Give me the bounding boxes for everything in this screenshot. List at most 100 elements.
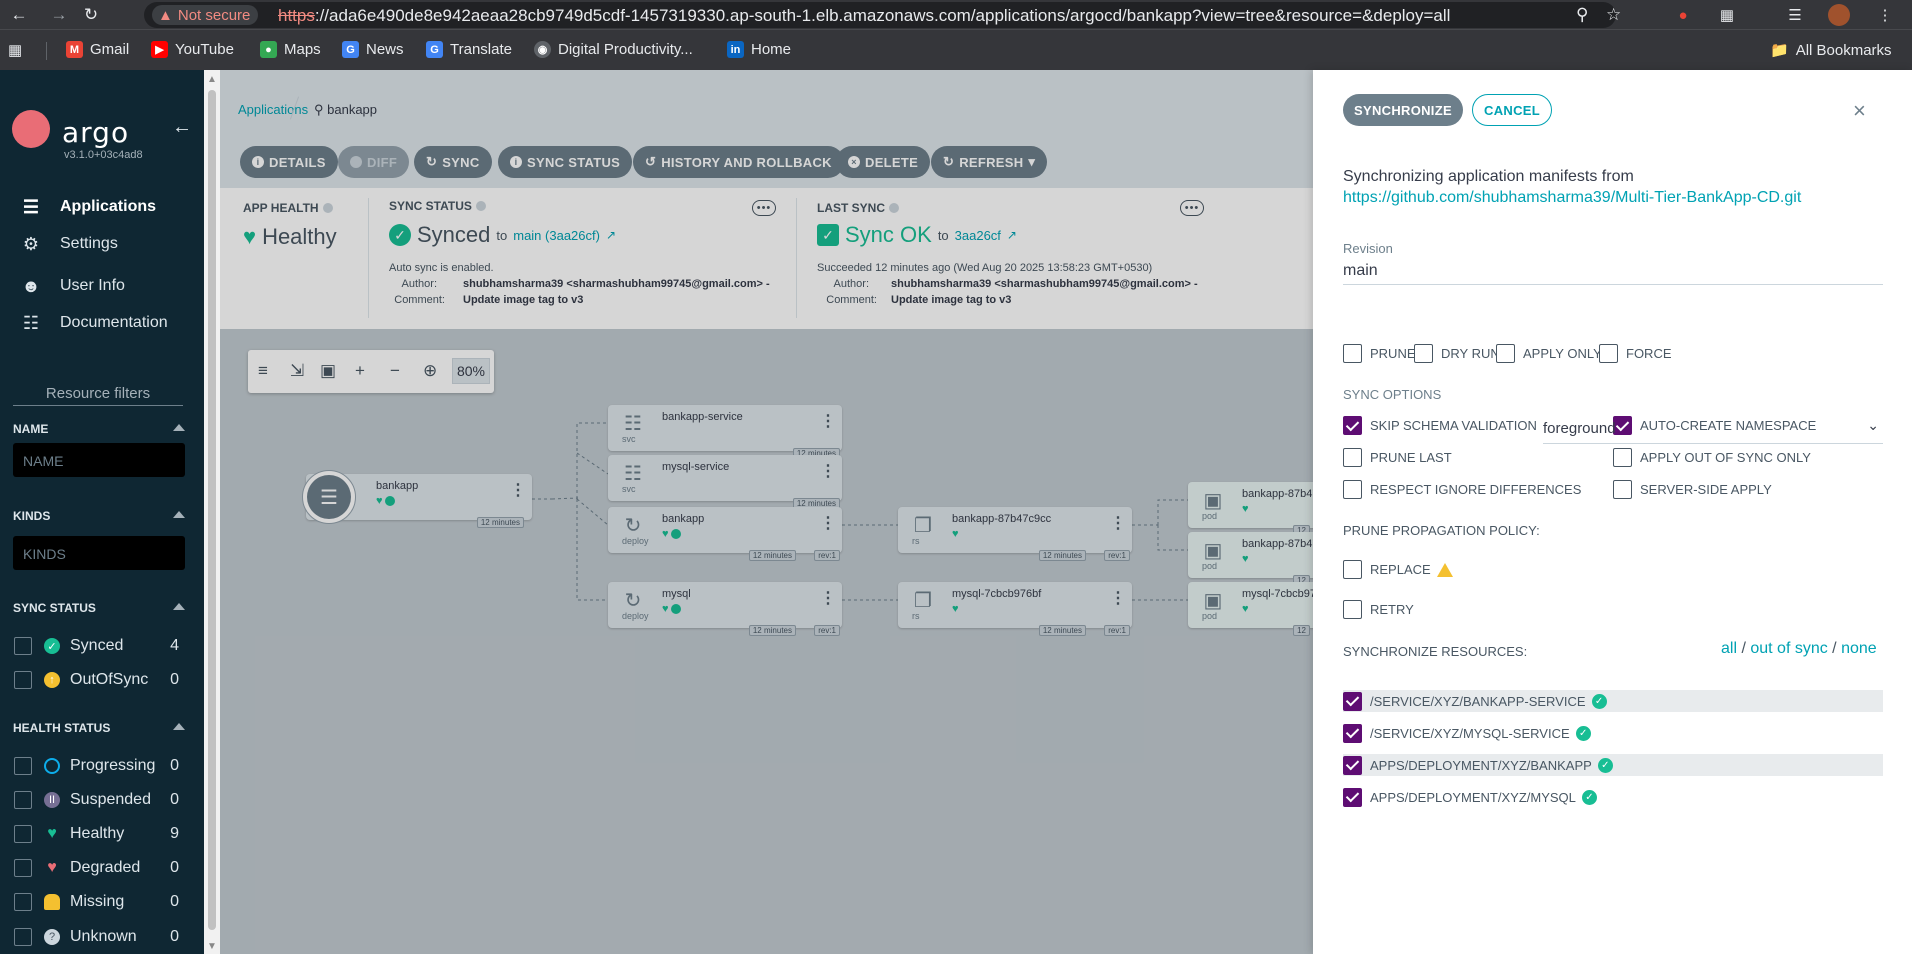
resource-row[interactable]: /SERVICE/XYZ/BANKAPP-SERVICE ✓ bbox=[1343, 690, 1883, 712]
checkbox[interactable] bbox=[1343, 344, 1362, 363]
checkbox[interactable] bbox=[1343, 560, 1362, 579]
retry-checkbox[interactable]: RETRY bbox=[1343, 600, 1414, 619]
server-side-apply-checkbox[interactable]: SERVER-SIDE APPLY bbox=[1613, 480, 1772, 499]
filter-synced[interactable]: ✓ Synced 4 bbox=[14, 636, 186, 656]
extensions-icon[interactable]: ▦ bbox=[1716, 4, 1738, 26]
checkbox[interactable] bbox=[1343, 600, 1362, 619]
checkbox[interactable] bbox=[1343, 755, 1362, 775]
scroll-down-icon[interactable]: ▼ bbox=[207, 941, 217, 952]
pause-circle-icon: II bbox=[44, 792, 60, 808]
checkbox[interactable] bbox=[1343, 691, 1362, 711]
nav-documentation[interactable]: ☷ Documentation bbox=[20, 312, 168, 334]
checkbox[interactable] bbox=[14, 825, 32, 843]
apps-grid-icon[interactable]: ▦ bbox=[8, 41, 22, 59]
check-circle-icon: ✓ bbox=[1591, 693, 1607, 709]
forward-icon[interactable]: → bbox=[48, 4, 70, 26]
checkbox[interactable] bbox=[1343, 723, 1362, 743]
check-circle-icon: ✓ bbox=[1581, 789, 1597, 805]
cancel-button[interactable]: CANCEL bbox=[1472, 94, 1552, 126]
bookmark-youtube[interactable]: ▶ YouTube bbox=[151, 41, 234, 58]
name-filter-input[interactable]: NAME bbox=[13, 443, 185, 477]
apply-out-of-sync-only-checkbox[interactable]: APPLY OUT OF SYNC ONLY bbox=[1613, 448, 1811, 467]
filter-unknown[interactable]: ? Unknown 0 bbox=[14, 927, 186, 947]
checkbox[interactable] bbox=[1343, 416, 1362, 435]
checkbox[interactable] bbox=[14, 671, 32, 689]
sync-status-header[interactable]: SYNC STATUS bbox=[13, 601, 185, 615]
divider bbox=[46, 42, 47, 60]
extension-adblock-icon[interactable]: ● bbox=[1672, 4, 1694, 26]
apply-only-checkbox[interactable]: APPLY ONLY bbox=[1496, 344, 1602, 363]
respect-ignore-differences-checkbox[interactable]: RESPECT IGNORE DIFFERENCES bbox=[1343, 480, 1581, 499]
youtube-icon: ▶ bbox=[151, 41, 168, 58]
security-badge[interactable]: ▲ Not secure bbox=[152, 5, 259, 25]
reload-icon[interactable]: ↻ bbox=[80, 4, 102, 26]
checkbox[interactable] bbox=[14, 637, 32, 655]
profile-avatar[interactable] bbox=[1828, 4, 1850, 26]
checkbox[interactable] bbox=[1613, 448, 1632, 467]
checkbox[interactable] bbox=[1343, 480, 1362, 499]
bookmark-home[interactable]: in Home bbox=[727, 41, 791, 58]
filter-missing[interactable]: Missing 0 bbox=[14, 892, 186, 912]
filter-degraded[interactable]: ♥ Degraded 0 bbox=[14, 858, 186, 878]
checkbox[interactable] bbox=[1414, 344, 1433, 363]
bookmark-translate[interactable]: G Translate bbox=[426, 41, 512, 58]
nav-settings[interactable]: ⚙ Settings bbox=[20, 233, 118, 255]
kinds-filter-input[interactable]: KINDS bbox=[13, 536, 185, 570]
bookmark-maps[interactable]: ● Maps bbox=[260, 41, 321, 58]
nav-applications[interactable]: ☰ Applications bbox=[20, 196, 156, 218]
select-none-link[interactable]: none bbox=[1841, 640, 1877, 657]
close-icon[interactable]: × bbox=[1853, 98, 1866, 124]
checkbox[interactable] bbox=[1613, 480, 1632, 499]
argo-logo[interactable] bbox=[12, 110, 50, 148]
maps-icon: ● bbox=[260, 41, 277, 58]
name-filter-header[interactable]: NAME bbox=[13, 422, 185, 436]
health-status-header[interactable]: HEALTH STATUS bbox=[13, 721, 185, 735]
filter-progressing[interactable]: Progressing 0 bbox=[14, 756, 186, 776]
dry-run-checkbox[interactable]: DRY RUN bbox=[1414, 344, 1500, 363]
replace-checkbox[interactable]: REPLACE bbox=[1343, 560, 1453, 579]
synchronize-button[interactable]: SYNCHRONIZE bbox=[1343, 94, 1463, 126]
scroll-up-icon[interactable]: ▲ bbox=[207, 74, 217, 85]
force-checkbox[interactable]: FORCE bbox=[1599, 344, 1672, 363]
filter-suspended[interactable]: II Suspended 0 bbox=[14, 790, 186, 810]
checkbox[interactable] bbox=[1343, 787, 1362, 807]
checkbox[interactable] bbox=[1599, 344, 1618, 363]
menu-icon[interactable]: ⋮ bbox=[1874, 4, 1896, 26]
checkbox[interactable] bbox=[14, 859, 32, 877]
kinds-filter-header[interactable]: KINDS bbox=[13, 509, 185, 523]
collapse-sidebar-icon[interactable]: ← bbox=[172, 116, 192, 139]
resource-row[interactable]: APPS/DEPLOYMENT/XYZ/MYSQL ✓ bbox=[1343, 786, 1883, 808]
skip-schema-validation-checkbox[interactable]: SKIP SCHEMA VALIDATION bbox=[1343, 416, 1537, 435]
checkbox[interactable] bbox=[14, 893, 32, 911]
checkbox[interactable] bbox=[1343, 448, 1362, 467]
scroll-thumb[interactable] bbox=[208, 90, 216, 930]
checkbox[interactable] bbox=[14, 791, 32, 809]
repo-link[interactable]: https://github.com/shubhamsharma39/Multi… bbox=[1343, 189, 1801, 207]
url-text[interactable]: https://ada6e490de8e942aeaa28cb9749d5cdf… bbox=[278, 6, 1450, 26]
address-bar[interactable]: ▲ Not secure https://ada6e490de8e942aeaa2… bbox=[144, 2, 1621, 28]
modal-backdrop[interactable] bbox=[220, 70, 1313, 954]
select-all-link[interactable]: all bbox=[1721, 640, 1737, 657]
filter-outofsync[interactable]: ↑ OutOfSync 0 bbox=[14, 670, 186, 690]
checkbox[interactable] bbox=[14, 757, 32, 775]
prune-checkbox[interactable]: PRUNE bbox=[1343, 344, 1416, 363]
sidebar-scrollbar[interactable]: ▲ ▼ bbox=[204, 70, 220, 954]
prune-policy-select[interactable]: foreground ⌄ bbox=[1543, 414, 1883, 444]
bookmark-digital-productivity[interactable]: ◉ Digital Productivity... bbox=[534, 41, 693, 58]
checkbox[interactable] bbox=[1496, 344, 1515, 363]
resource-row[interactable]: /SERVICE/XYZ/MYSQL-SERVICE ✓ bbox=[1343, 722, 1883, 744]
all-bookmarks[interactable]: 📁 All Bookmarks bbox=[1770, 41, 1892, 60]
resource-row[interactable]: APPS/DEPLOYMENT/XYZ/BANKAPP ✓ bbox=[1343, 754, 1883, 776]
zoom-icon[interactable]: ⚲ bbox=[1576, 5, 1588, 25]
media-icon[interactable]: ☰ bbox=[1784, 4, 1806, 26]
nav-user-info[interactable]: ☻ User Info bbox=[20, 275, 125, 297]
bookmark-news[interactable]: G News bbox=[342, 41, 404, 58]
filter-healthy[interactable]: ♥ Healthy 9 bbox=[14, 824, 186, 844]
revision-input[interactable]: main bbox=[1343, 259, 1883, 285]
prune-last-checkbox[interactable]: PRUNE LAST bbox=[1343, 448, 1452, 467]
back-icon[interactable]: ← bbox=[8, 4, 30, 26]
bookmark-gmail[interactable]: M Gmail bbox=[66, 41, 129, 58]
bookmark-star-icon[interactable]: ☆ bbox=[1606, 5, 1621, 25]
checkbox[interactable] bbox=[14, 928, 32, 946]
select-out-of-sync-link[interactable]: out of sync bbox=[1750, 640, 1827, 657]
